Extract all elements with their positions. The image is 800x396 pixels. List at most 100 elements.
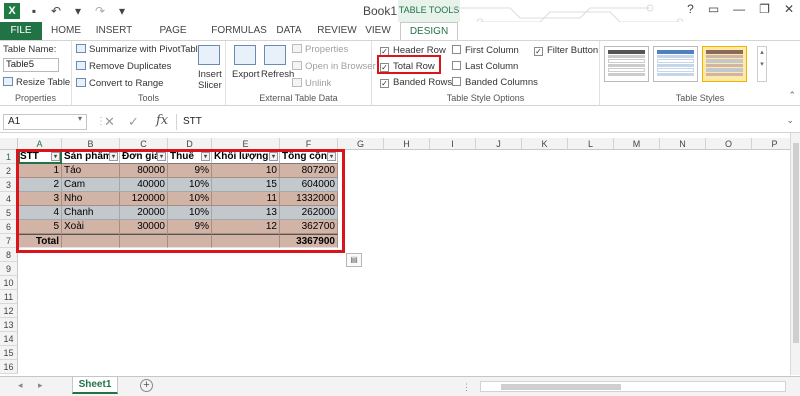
column-header[interactable]: H	[384, 138, 430, 150]
next-sheet-icon[interactable]: ▸	[38, 380, 43, 391]
browser-icon	[292, 61, 302, 70]
column-header[interactable]: I	[430, 138, 476, 150]
ribbon-tabs: FILE HOME INSERT PAGE LAYOUT FORMULAS DA…	[0, 22, 800, 54]
export-icon	[234, 45, 256, 65]
pivot-icon	[76, 44, 86, 53]
banded-rows-checkbox[interactable]: ✓ Banded Rows	[380, 77, 452, 88]
minimize-icon[interactable]: —	[733, 2, 745, 16]
table-style-blue[interactable]	[653, 46, 698, 82]
row-header[interactable]: 16	[0, 360, 18, 374]
close-icon[interactable]: ✕	[784, 2, 794, 16]
group-label-external: External Table Data	[259, 93, 338, 103]
filter-button-checkbox[interactable]: ✓ Filter Button	[534, 45, 598, 56]
name-box-dropdown-icon[interactable]: ▾	[78, 114, 82, 123]
insert-slicer-label-2[interactable]: Slicer	[198, 80, 222, 91]
refresh-icon	[264, 45, 286, 65]
convert-to-range-button[interactable]: Convert to Range	[76, 78, 163, 89]
tab-formulas[interactable]: FORMULAS	[210, 22, 268, 40]
column-header[interactable]: O	[706, 138, 752, 150]
insert-function-icon[interactable]: fx	[156, 113, 168, 128]
column-header[interactable]: L	[568, 138, 614, 150]
quick-analysis-icon[interactable]: ▤	[346, 253, 362, 267]
name-box[interactable]: A1	[3, 114, 87, 130]
group-label-style-options: Table Style Options	[446, 93, 525, 103]
tab-page-layout[interactable]: PAGE LAYOUT	[140, 22, 206, 54]
insert-slicer-label-1[interactable]: Insert	[198, 69, 222, 80]
help-icon[interactable]: ?	[687, 2, 694, 16]
filter-button-check-icon: ✓	[534, 47, 543, 56]
properties-button: Properties	[292, 44, 348, 55]
table-highlight-box	[16, 149, 345, 253]
column-header[interactable]: P	[752, 138, 790, 150]
collapse-ribbon-icon[interactable]: ⌃	[788, 90, 796, 101]
last-column-check-icon	[452, 61, 461, 70]
tab-design[interactable]: DESIGN	[400, 22, 458, 40]
title-bar: X ▪ ↶ ▾ ↷ ▾ Book1 - Excel TABLE TOOLS ? …	[0, 0, 800, 26]
convert-range-icon	[76, 78, 86, 87]
remove-duplicates-button[interactable]: Remove Duplicates	[76, 61, 171, 72]
tab-insert[interactable]: INSERT	[92, 22, 136, 40]
group-properties: Table Name: Table5 Resize Table Properti…	[0, 41, 72, 105]
gallery-scroll-buttons[interactable]: ▴ ▾	[757, 46, 767, 82]
tab-view[interactable]: VIEW	[362, 22, 394, 40]
column-header[interactable]: K	[522, 138, 568, 150]
formula-bar: A1 ▾ ⋮ ✕ ✓ fx STT ⌄	[0, 111, 800, 133]
restore-icon[interactable]: ❐	[759, 2, 770, 16]
table-styles-gallery	[604, 46, 747, 82]
window-controls: ? ▭ — ❐ ✕	[687, 2, 794, 16]
column-header[interactable]: J	[476, 138, 522, 150]
group-label-tools: Tools	[137, 93, 159, 103]
row-header[interactable]: 15	[0, 346, 18, 360]
table-name-input[interactable]: Table5	[3, 58, 59, 72]
row-header[interactable]: 14	[0, 332, 18, 346]
properties-icon	[292, 44, 302, 53]
row-header[interactable]: 11	[0, 290, 18, 304]
group-tools: Summarize with PivotTable Remove Duplica…	[72, 41, 226, 105]
tab-home[interactable]: HOME	[46, 22, 86, 40]
sheet-tab-sheet1[interactable]: Sheet1	[72, 377, 118, 394]
cancel-entry-icon[interactable]: ✕	[104, 114, 115, 130]
row-header[interactable]: 12	[0, 304, 18, 318]
unlink-button: Unlink	[292, 78, 331, 89]
slicer-icon	[198, 45, 220, 65]
banded-columns-checkbox[interactable]: Banded Columns	[452, 77, 538, 88]
first-column-checkbox[interactable]: First Column	[452, 45, 519, 56]
total-row-highlight-box	[377, 55, 441, 74]
tab-split-handle[interactable]: ⋮	[462, 382, 471, 393]
expand-formula-bar-icon[interactable]: ⌄	[786, 115, 794, 126]
formula-input[interactable]: STT	[176, 114, 780, 130]
banded-rows-check-icon: ✓	[380, 79, 389, 88]
add-sheet-icon[interactable]: +	[140, 379, 153, 392]
horizontal-scrollbar[interactable]	[480, 381, 786, 392]
resize-table-icon	[3, 77, 13, 86]
table-style-gray[interactable]	[604, 46, 649, 82]
remove-duplicates-icon	[76, 61, 86, 70]
tab-data[interactable]: DATA	[272, 22, 306, 40]
last-column-checkbox[interactable]: Last Column	[452, 61, 518, 72]
tab-file[interactable]: FILE	[0, 22, 42, 40]
refresh-button[interactable]: Refresh	[261, 69, 294, 80]
table-style-selected[interactable]	[702, 46, 747, 82]
banded-columns-check-icon	[452, 77, 461, 86]
vertical-scrollbar[interactable]	[790, 133, 800, 375]
open-in-browser-button: Open in Browser	[292, 61, 376, 72]
ribbon-display-icon[interactable]: ▭	[708, 2, 719, 16]
row-header[interactable]: 10	[0, 276, 18, 290]
enter-entry-icon[interactable]: ✓	[128, 114, 139, 130]
resize-table-button[interactable]: Resize Table	[3, 77, 70, 88]
tab-review[interactable]: REVIEW	[314, 22, 360, 40]
group-external-table-data: Export Refresh Properties Open in Browse…	[226, 41, 376, 105]
horizontal-scroll-thumb[interactable]	[501, 384, 621, 390]
group-label-table-styles: Table Styles	[675, 93, 725, 103]
first-column-check-icon	[452, 45, 461, 54]
unlink-icon	[292, 78, 302, 87]
column-header[interactable]: N	[660, 138, 706, 150]
row-header[interactable]: 9	[0, 262, 18, 276]
summarize-pivot-button[interactable]: Summarize with PivotTable	[76, 44, 203, 55]
row-header[interactable]: 13	[0, 318, 18, 332]
sheet-bar: ◂ ▸ Sheet1 + ⋮	[0, 376, 800, 396]
column-header[interactable]: M	[614, 138, 660, 150]
prev-sheet-icon[interactable]: ◂	[18, 380, 23, 391]
export-button[interactable]: Export	[232, 69, 259, 80]
vertical-scroll-thumb[interactable]	[793, 143, 799, 343]
